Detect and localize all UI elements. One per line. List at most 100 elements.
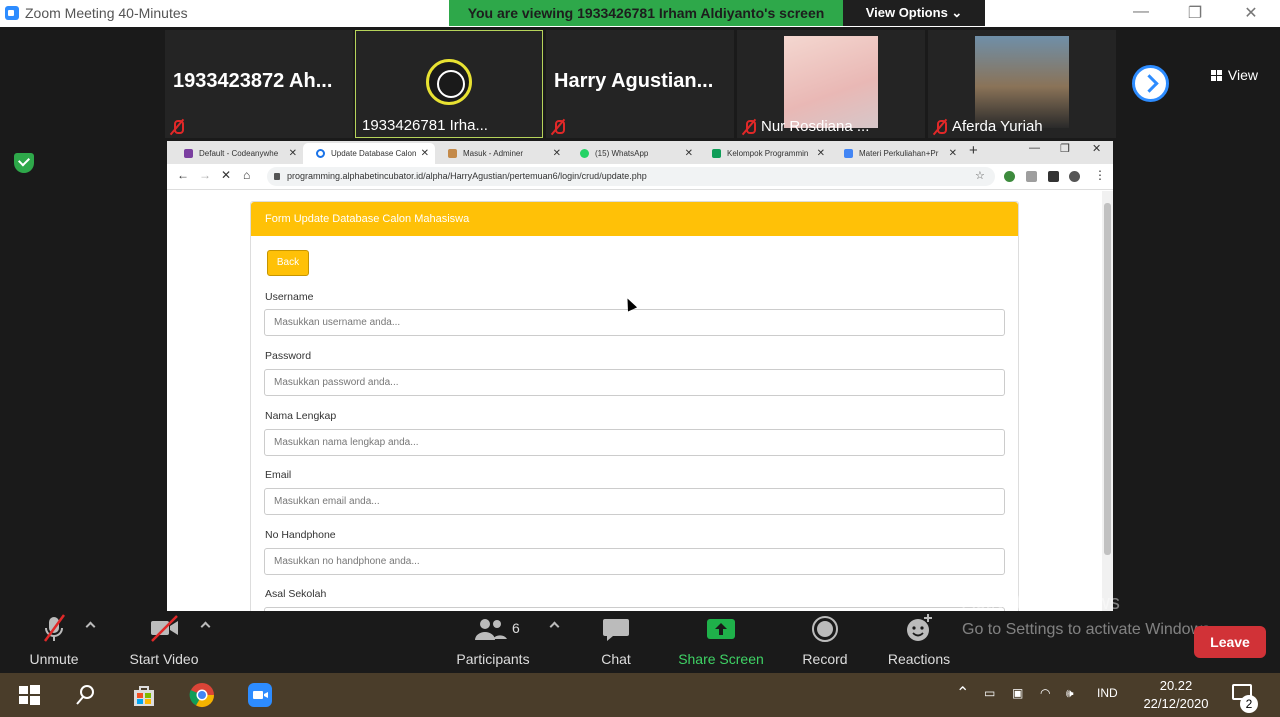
mic-muted-icon bbox=[934, 119, 947, 135]
windows-taskbar: ⌃ ▭ ▣ ◠ 🕪 IND 20.22 22/12/2020 2 bbox=[0, 673, 1280, 717]
sheets-icon bbox=[712, 149, 721, 158]
page-scrollbar[interactable] bbox=[1102, 191, 1113, 611]
tab-close-icon[interactable]: ✕ bbox=[685, 143, 693, 164]
browser-tab[interactable]: (15) WhatsApp ✕ bbox=[567, 143, 699, 164]
nama-lengkap-label: Nama Lengkap bbox=[265, 410, 337, 422]
tab-close-icon[interactable]: ✕ bbox=[421, 143, 429, 164]
volume-icon[interactable]: 🕪 bbox=[1066, 686, 1074, 701]
browser-tab[interactable]: Masuk - Adminer ✕ bbox=[435, 143, 567, 164]
view-button[interactable]: View bbox=[1210, 67, 1258, 83]
form-card: Form Update Database Calon Mahasiswa Bac… bbox=[250, 201, 1019, 611]
unmute-button[interactable]: Unmute bbox=[22, 611, 86, 673]
tab-favicon-icon bbox=[448, 149, 457, 158]
address-bar: ← → ✕ ⌂ programming.alphabetincubator.id… bbox=[167, 164, 1113, 190]
back-arrow-icon[interactable]: ← bbox=[177, 168, 189, 182]
profile-avatar[interactable] bbox=[1069, 171, 1080, 182]
browser-tab[interactable]: Kelompok Programmin ✕ bbox=[699, 143, 831, 164]
chrome-icon[interactable] bbox=[188, 681, 216, 709]
battery-icon[interactable]: ▭ bbox=[984, 686, 995, 700]
tab-close-icon[interactable]: ✕ bbox=[289, 143, 297, 164]
browser-tab[interactable]: Default - Codeanywhe ✕ bbox=[171, 143, 303, 164]
participants-count: 6 bbox=[512, 620, 520, 636]
menu-dots-icon[interactable]: ⋮ bbox=[1094, 168, 1106, 182]
clock-time: 20.22 bbox=[1159, 678, 1193, 693]
wifi-icon[interactable]: ◠ bbox=[1040, 686, 1050, 700]
participant-name: 1933426781 Irha... bbox=[362, 117, 488, 134]
no-handphone-field[interactable]: Masukkan no handphone anda... bbox=[264, 548, 1005, 575]
username-field[interactable]: Masukkan username anda... bbox=[264, 309, 1005, 336]
url-field[interactable]: programming.alphabetincubator.id/alpha/H… bbox=[267, 167, 995, 186]
browser-minimize-icon[interactable]: — bbox=[1029, 142, 1040, 154]
share-screen-label: Share Screen bbox=[678, 651, 764, 667]
participant-tile[interactable]: Harry Agustian... bbox=[546, 30, 734, 138]
reactions-icon bbox=[907, 614, 932, 641]
chat-label: Chat bbox=[601, 651, 631, 667]
clock-date: 22/12/2020 bbox=[1143, 696, 1209, 711]
view-options-button[interactable]: View Options ⌄ bbox=[843, 0, 985, 26]
extension-icon[interactable] bbox=[1026, 171, 1037, 182]
tab-favicon-icon bbox=[184, 149, 193, 158]
close-icon[interactable]: ✕ bbox=[1236, 3, 1266, 23]
language-indicator[interactable]: IND bbox=[1097, 686, 1118, 700]
search-icon[interactable] bbox=[71, 681, 99, 709]
participant-name: Aferda Yuriah bbox=[952, 118, 1043, 135]
participant-photo bbox=[784, 36, 878, 128]
participant-name: Nur Rosdiana ... bbox=[761, 118, 870, 135]
browser-maximize-icon[interactable]: ❐ bbox=[1060, 142, 1070, 155]
nama-lengkap-field[interactable]: Masukkan nama lengkap anda... bbox=[264, 429, 1005, 456]
browser-tab-active[interactable]: Update Database Calon ✕ bbox=[303, 143, 435, 164]
tab-label: Masuk - Adminer bbox=[463, 149, 524, 158]
reactions-button[interactable]: Reactions bbox=[884, 611, 954, 673]
tab-close-icon[interactable]: ✕ bbox=[553, 143, 561, 164]
mic-muted-icon bbox=[171, 119, 184, 135]
start-video-button[interactable]: Start Video bbox=[124, 611, 204, 673]
maximize-icon[interactable]: ❐ bbox=[1180, 3, 1210, 23]
next-page-button[interactable] bbox=[1132, 65, 1169, 102]
mic-muted-icon bbox=[43, 614, 66, 642]
participant-tile[interactable]: Aferda Yuriah bbox=[928, 30, 1116, 138]
participants-label: Participants bbox=[456, 651, 530, 667]
participants-button[interactable]: 6 Participants bbox=[452, 611, 534, 673]
video-off-icon bbox=[151, 615, 178, 642]
leave-button[interactable]: Leave bbox=[1194, 626, 1266, 658]
url-text: programming.alphabetincubator.id/alpha/H… bbox=[287, 171, 647, 181]
share-screen-icon bbox=[707, 619, 735, 639]
usb-device-icon[interactable]: ▣ bbox=[1012, 686, 1023, 700]
extension-icon[interactable] bbox=[1004, 171, 1015, 182]
mic-muted-icon bbox=[743, 119, 756, 135]
browser-tab[interactable]: Materi Perkuliahan+Pr ✕ bbox=[831, 143, 963, 164]
participants-options-chevron-icon[interactable] bbox=[549, 621, 560, 632]
clock[interactable]: 20.22 22/12/2020 bbox=[1140, 677, 1212, 713]
tab-close-icon[interactable]: ✕ bbox=[817, 143, 825, 164]
audio-options-chevron-icon[interactable] bbox=[85, 621, 96, 632]
password-field[interactable]: Masukkan password anda... bbox=[264, 369, 1005, 396]
participant-tile-active[interactable]: 1933426781 Irha... bbox=[355, 30, 543, 138]
participant-name: 1933423872 Ah... bbox=[173, 70, 333, 92]
participant-tile[interactable]: 1933423872 Ah... bbox=[165, 30, 353, 138]
new-tab-icon[interactable]: + bbox=[969, 142, 978, 159]
stop-loading-icon[interactable]: ✕ bbox=[221, 168, 231, 182]
bookmark-star-icon[interactable]: ☆ bbox=[975, 169, 985, 182]
chat-button[interactable]: Chat bbox=[592, 611, 640, 673]
forward-arrow-icon[interactable]: → bbox=[199, 168, 211, 182]
zoom-app-icon[interactable] bbox=[246, 681, 274, 709]
participant-tile[interactable]: Nur Rosdiana ... bbox=[737, 30, 925, 138]
record-button[interactable]: Record bbox=[799, 611, 851, 673]
participant-photo bbox=[975, 36, 1069, 128]
share-screen-button[interactable]: Share Screen bbox=[676, 611, 766, 673]
tab-close-icon[interactable]: ✕ bbox=[949, 143, 957, 164]
email-field[interactable]: Masukkan email anda... bbox=[264, 488, 1005, 515]
username-label: Username bbox=[265, 291, 314, 303]
store-icon[interactable] bbox=[130, 681, 158, 709]
reactions-label: Reactions bbox=[887, 651, 951, 667]
unmute-label: Unmute bbox=[29, 651, 79, 667]
windows-start-icon[interactable] bbox=[15, 681, 43, 709]
chat-icon bbox=[603, 619, 629, 641]
puzzle-extensions-icon[interactable] bbox=[1048, 171, 1059, 182]
minimize-icon[interactable]: — bbox=[1126, 3, 1156, 21]
home-icon[interactable]: ⌂ bbox=[243, 168, 250, 182]
scrollbar-thumb[interactable] bbox=[1104, 203, 1111, 555]
browser-close-icon[interactable]: ✕ bbox=[1092, 142, 1101, 155]
tray-chevron-icon[interactable]: ⌃ bbox=[956, 683, 969, 703]
back-button[interactable]: Back bbox=[267, 250, 309, 276]
